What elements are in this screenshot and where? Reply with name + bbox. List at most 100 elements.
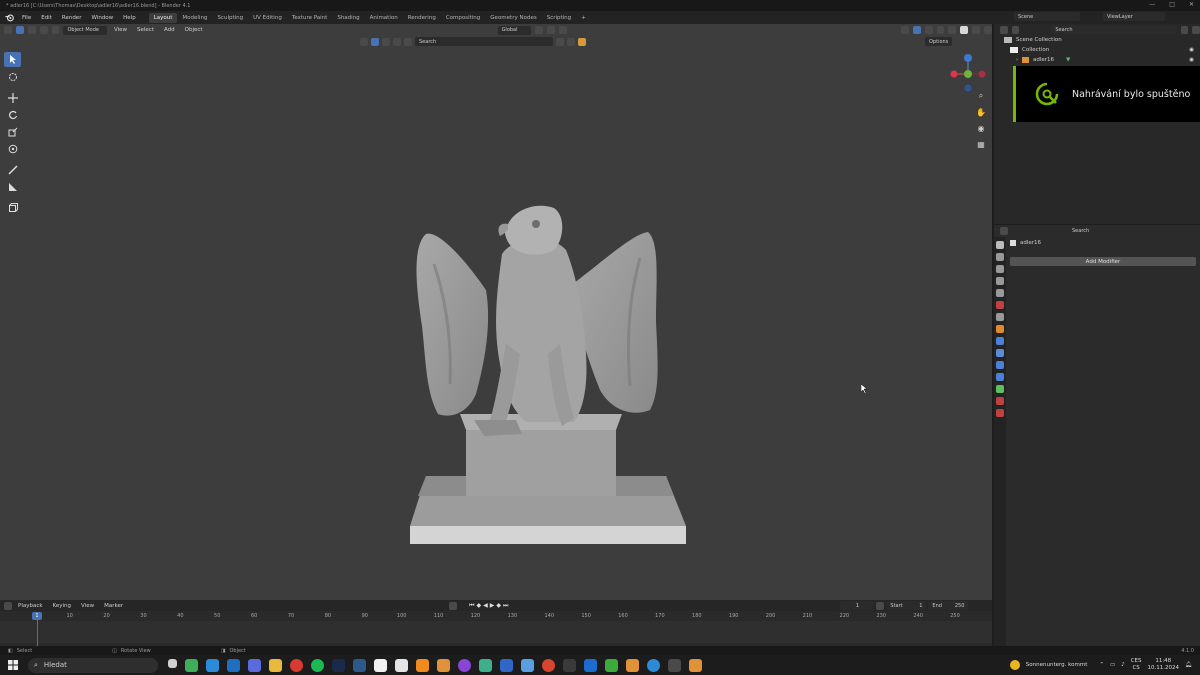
maximize-button[interactable]: □ — [1169, 1, 1175, 8]
orientation-dropdown[interactable]: Global — [497, 25, 532, 35]
rendered-shading-icon[interactable] — [984, 26, 992, 34]
properties-panel[interactable]: Search adler16 Add Modifier — [994, 225, 1200, 646]
weather-text[interactable]: Sonnenunterg. kommt — [1026, 662, 1088, 668]
filter-light-icon[interactable] — [382, 37, 390, 46]
particles-tab-icon[interactable] — [996, 349, 1004, 357]
preview-range-icon[interactable] — [876, 601, 885, 610]
expand-arrow-icon[interactable]: › — [1016, 57, 1018, 63]
edge-browser-icon[interactable] — [206, 658, 219, 672]
store-app-icon[interactable] — [248, 658, 261, 672]
snap-icon[interactable] — [547, 26, 555, 34]
tab-rendering[interactable]: Rendering — [403, 13, 441, 23]
3d-viewport[interactable]: Object Mode View Select Add Object Globa… — [0, 24, 992, 600]
whatsapp-icon[interactable] — [479, 658, 492, 672]
transform-tool-icon[interactable] — [4, 141, 21, 156]
menu-file[interactable]: File — [17, 15, 36, 21]
tab-geometry-nodes[interactable]: Geometry Nodes — [485, 13, 541, 23]
record-icon[interactable] — [449, 601, 458, 610]
scale-tool-icon[interactable] — [4, 124, 21, 139]
jump-end-icon[interactable]: ⏭ — [503, 602, 508, 610]
add-modifier-button[interactable]: Add Modifier — [1010, 257, 1196, 266]
visibility-eye-icon[interactable]: ◉ — [1189, 57, 1194, 63]
outliner-search-input[interactable]: Search — [1051, 25, 1177, 34]
gizmo-toggle-icon[interactable] — [912, 26, 921, 34]
file-explorer-icon[interactable] — [269, 658, 282, 672]
proportional-edit-icon[interactable] — [558, 26, 567, 34]
timeline-menu-playback[interactable]: Playback — [14, 603, 47, 609]
options-button[interactable]: Options — [925, 37, 953, 46]
nvidia-app-icon[interactable] — [185, 658, 198, 672]
next-keyframe-icon[interactable]: ◆ — [496, 602, 501, 609]
view-layer-tab-icon[interactable] — [996, 277, 1004, 285]
solid-shading-icon[interactable] — [960, 26, 969, 34]
world-tab-icon[interactable] — [996, 301, 1004, 309]
scene-selector[interactable]: Scene — [1014, 12, 1080, 21]
annotate-tool-icon[interactable] — [4, 162, 21, 177]
properties-search-input[interactable]: Search — [1068, 226, 1128, 235]
timeline-tracks[interactable] — [0, 621, 992, 643]
taskbar-search-input[interactable]: ⌕ Hledat — [28, 657, 158, 673]
select-box-icon[interactable] — [15, 26, 24, 34]
timeline-editor-type-icon[interactable] — [4, 601, 12, 610]
menu-window[interactable]: Window — [86, 15, 118, 21]
measure-tool-icon[interactable] — [4, 179, 21, 194]
wireframe-shading-icon[interactable] — [948, 26, 957, 34]
modifier-tab-icon[interactable] — [996, 337, 1004, 345]
outliner-row-collection[interactable]: Collection ◉ — [994, 45, 1200, 55]
chrome-browser-icon[interactable] — [290, 658, 303, 672]
xray-toggle-icon[interactable] — [936, 26, 945, 34]
render-tab-icon[interactable] — [996, 253, 1004, 261]
terminal-app-icon[interactable] — [668, 658, 681, 672]
cinema-app-icon[interactable] — [584, 658, 597, 672]
tab-texture-paint[interactable]: Texture Paint — [287, 13, 333, 23]
photoshop-icon[interactable] — [332, 658, 345, 672]
outliner-filter-icon[interactable] — [1180, 25, 1189, 34]
bookmark-icon[interactable] — [556, 37, 564, 46]
pan-hand-icon[interactable]: ✋ — [975, 106, 987, 118]
visibility-eye-icon[interactable]: ◉ — [1189, 47, 1194, 53]
timeline-editor[interactable]: Playback Keying View Marker ⏮ ◆ ◀ ▶ ◆ ⏭ … — [0, 600, 992, 646]
mail-app-icon[interactable] — [227, 658, 240, 672]
select-subtract-icon[interactable] — [39, 26, 48, 34]
paint-app-icon[interactable] — [521, 658, 534, 672]
blender-app-icon[interactable] — [437, 658, 450, 672]
tab-modeling[interactable]: Modeling — [177, 13, 212, 23]
tool-tab-icon[interactable] — [996, 241, 1004, 249]
blue-app-icon[interactable] — [647, 658, 660, 672]
adobe-app-icon[interactable] — [500, 658, 513, 672]
move-tool-icon[interactable] — [4, 90, 21, 105]
output-tab-icon[interactable] — [996, 265, 1004, 273]
play-icon[interactable]: ▶ — [490, 602, 495, 609]
timeline-menu-view[interactable]: View — [77, 603, 98, 609]
pivot-icon[interactable] — [535, 26, 544, 34]
timeline-menu-marker[interactable]: Marker — [100, 603, 127, 609]
outliner-row-scene-collection[interactable]: Scene Collection — [994, 35, 1200, 45]
cursor-tool-icon[interactable] — [4, 69, 21, 84]
view-object-types-icon[interactable] — [900, 26, 909, 34]
menu-render[interactable]: Render — [57, 15, 87, 21]
purple-app-icon[interactable] — [458, 658, 471, 672]
menu-help[interactable]: Help — [118, 15, 141, 21]
tray-overflow-icon[interactable]: ⌃ — [1099, 662, 1104, 668]
outliner-display-mode-icon[interactable] — [1011, 25, 1020, 34]
zoom-icon[interactable]: ⌕ — [975, 90, 987, 102]
select-invert-icon[interactable] — [51, 26, 60, 34]
tab-layout[interactable]: Layout — [148, 12, 178, 23]
texture-tab-icon[interactable] — [996, 409, 1004, 417]
rotate-tool-icon[interactable] — [4, 107, 21, 122]
windows-start-icon[interactable] — [8, 660, 18, 670]
data-tab-icon[interactable] — [996, 385, 1004, 393]
view-layer-selector[interactable]: ViewLayer — [1103, 12, 1165, 21]
start-frame-field[interactable]: Start 1 — [886, 601, 927, 610]
collection-visibility-icon[interactable] — [360, 37, 368, 46]
tab-compositing[interactable]: Compositing — [441, 13, 485, 23]
viewport-menu-view[interactable]: View — [111, 27, 130, 33]
task-view-icon[interactable] — [168, 658, 177, 668]
tab-animation[interactable]: Animation — [365, 13, 403, 23]
red-app-icon[interactable] — [542, 658, 555, 672]
playhead-indicator[interactable]: 1 — [32, 612, 42, 620]
collection-tab-icon[interactable] — [996, 313, 1004, 321]
notifications-bell-icon[interactable]: 🔔︎ — [1185, 662, 1192, 668]
mode-dropdown[interactable]: Object Mode — [63, 25, 107, 35]
play-reverse-icon[interactable]: ◀ — [483, 602, 488, 609]
